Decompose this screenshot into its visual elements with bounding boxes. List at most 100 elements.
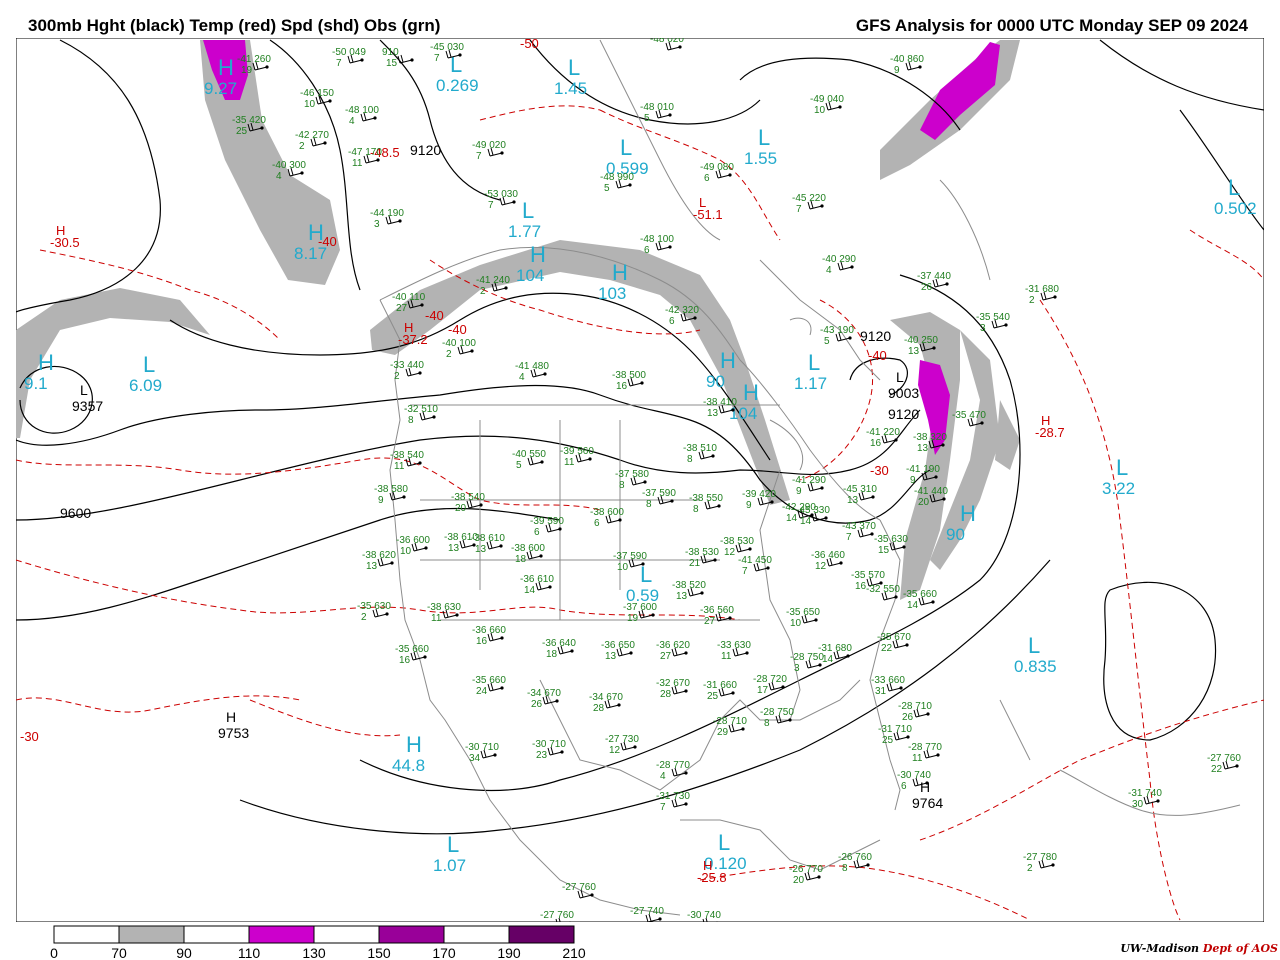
legend-swatch — [378, 925, 445, 944]
credit-dept: Dept of AOS — [1202, 942, 1278, 955]
obs-temp-height: -37 600 — [623, 602, 657, 613]
legend-swatch — [313, 925, 380, 944]
obs-dewpoint-depression: 10 — [814, 105, 826, 116]
obs-temp-height: -50 049 — [332, 47, 366, 58]
obs-dewpoint-depression: 20 — [918, 497, 930, 508]
obs-temp-height: -28 770 — [656, 760, 690, 771]
obs-temp-height: -49 080 — [700, 162, 734, 173]
obs-temp-height: -35 570 — [851, 570, 885, 581]
obs-dewpoint-depression: 13 — [475, 544, 487, 555]
obs-temp-height: -39 420 — [742, 489, 776, 500]
pressure-center-value: 1.45 — [554, 79, 587, 98]
obs-temp-height: -40 860 — [890, 54, 924, 65]
obs-temp-height: -40 290 — [822, 254, 856, 265]
obs-dewpoint-depression: 8 — [687, 454, 693, 465]
pressure-center-letter: L — [522, 198, 534, 223]
legend-swatch — [183, 925, 250, 944]
obs-temp-height: -41 260 — [237, 54, 271, 65]
obs-dewpoint-depression: 7 — [660, 802, 666, 813]
pressure-center-letter: H — [406, 732, 422, 757]
obs-temp-height: -46 150 — [300, 88, 334, 99]
station-observation: -27 760 — [540, 910, 574, 922]
obs-temp-height: -28 710 — [713, 716, 747, 727]
obs-temp-height: -39 590 — [530, 516, 564, 527]
obs-temp-height: -38 530 — [720, 536, 754, 547]
legend-tick-label: 170 — [432, 945, 456, 960]
obs-temp-height: -49 020 — [472, 140, 506, 151]
pressure-center-value: 1.55 — [744, 149, 777, 168]
obs-dewpoint-depression: 10 — [790, 618, 802, 629]
obs-dewpoint-depression: 29 — [717, 727, 729, 738]
height-center-letter: L — [80, 382, 88, 398]
obs-temp-height: -36 600 — [396, 535, 430, 546]
legend-tick-label: 0 — [50, 945, 58, 960]
obs-temp-height: -41 450 — [738, 555, 772, 566]
height-center-letter: L — [896, 369, 904, 385]
obs-temp-height: -31 740 — [1128, 788, 1162, 799]
obs-temp-height: -38 620 — [362, 550, 396, 561]
obs-temp-height: -36 560 — [700, 605, 734, 616]
pressure-center-value: 103 — [598, 284, 626, 303]
obs-dewpoint-depression: 10 — [304, 99, 316, 110]
obs-temp-height: -38 530 — [685, 547, 719, 558]
pressure-center-letter: L — [143, 352, 155, 377]
obs-temp-height: -37 590 — [642, 488, 676, 499]
obs-dewpoint-depression: 7 — [846, 532, 852, 543]
obs-temp-height: -38 610 — [471, 533, 505, 544]
obs-temp-height: -38 600 — [590, 507, 624, 518]
credit-line: UW-Madison Dept of AOS — [1120, 942, 1278, 955]
obs-dewpoint-depression: 16 — [616, 381, 628, 392]
obs-temp-height: -36 620 — [656, 640, 690, 651]
obs-temp-height: -36 640 — [542, 638, 576, 649]
obs-temp-height: -26 760 — [838, 852, 872, 863]
obs-dewpoint-depression: 17 — [757, 685, 769, 696]
map-title-left: 300mb Hght (black) Temp (red) Spd (shd) … — [28, 16, 441, 35]
obs-dewpoint-depression: 8 — [408, 415, 414, 426]
obs-temp-height: -27 780 — [1023, 852, 1057, 863]
obs-temp-height: -35 420 — [232, 115, 266, 126]
pressure-center-letter: L — [1116, 455, 1128, 480]
map-title-right: GFS Analysis for 0000 UTC Monday SEP 09 … — [855, 16, 1248, 35]
obs-temp-height: -36 610 — [520, 574, 554, 585]
height-center-letter: H — [920, 779, 930, 795]
obs-dewpoint-depression: 2 — [446, 349, 452, 360]
temp-label: -25.8 — [697, 870, 727, 885]
obs-dewpoint-depression: 4 — [519, 372, 525, 383]
obs-dewpoint-depression: 8 — [619, 480, 625, 491]
obs-temp-height: -32 510 — [404, 404, 438, 415]
obs-dewpoint-depression: 11 — [394, 461, 405, 472]
obs-temp-height: -31 680 — [1025, 284, 1059, 295]
obs-dewpoint-depression: 6 — [644, 245, 650, 256]
pressure-center-value: 0.269 — [436, 76, 479, 95]
pressure-center-letter: H — [960, 501, 976, 526]
obs-dewpoint-depression: 34 — [469, 753, 481, 764]
obs-dewpoint-depression: 14 — [524, 585, 536, 596]
obs-dewpoint-depression: 9 — [910, 475, 916, 486]
obs-dewpoint-depression: 9 — [894, 65, 900, 76]
pressure-center-letter: L — [447, 832, 459, 857]
temp-label: -40 — [318, 234, 337, 249]
obs-dewpoint-depression: 26 — [902, 712, 914, 723]
obs-temp-height: -41 480 — [515, 361, 549, 372]
obs-temp-height: -31 660 — [703, 680, 737, 691]
obs-dewpoint-depression: 13 — [917, 443, 929, 454]
obs-dewpoint-depression: 26 — [921, 282, 933, 293]
obs-dewpoint-depression: 15 — [878, 545, 890, 556]
obs-dewpoint-depression: 30 — [1132, 799, 1144, 810]
obs-dewpoint-depression: 5 — [604, 183, 610, 194]
pressure-center-letter: L — [758, 125, 770, 150]
obs-temp-height: -40 300 — [272, 160, 306, 171]
obs-dewpoint-depression: 7 — [742, 566, 748, 577]
obs-temp-height: -40 550 — [512, 449, 546, 460]
obs-dewpoint-depression: 2 — [480, 286, 486, 297]
pressure-center-value: 0.502 — [1214, 199, 1257, 218]
obs-temp-height: -37 580 — [615, 469, 649, 480]
obs-dewpoint-depression: 4 — [660, 771, 666, 782]
obs-dewpoint-depression: 3 — [980, 323, 986, 334]
obs-dewpoint-depression: 13 — [605, 651, 617, 662]
obs-temp-height: -28 750 — [760, 707, 794, 718]
obs-dewpoint-depression: 12 — [609, 745, 621, 756]
obs-temp-height: -28 720 — [753, 674, 787, 685]
obs-temp-height: -38 410 — [703, 397, 737, 408]
obs-dewpoint-depression: 20 — [793, 875, 805, 886]
